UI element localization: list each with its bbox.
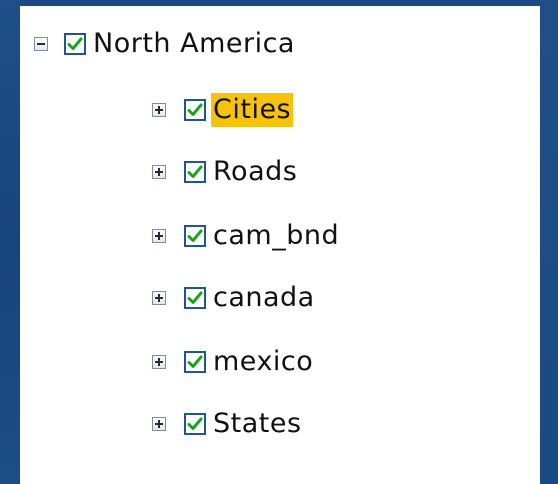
expand-toggle-icon[interactable] — [152, 355, 166, 369]
window-left-edge — [0, 0, 20, 484]
tree-node-label: canada — [213, 282, 315, 313]
tree-node-label: mexico — [213, 346, 314, 377]
layer-checkbox-cities[interactable] — [184, 99, 206, 121]
checkmark-icon — [67, 37, 83, 50]
layer-checkbox-north-america[interactable] — [64, 33, 86, 55]
layer-tree-panel: North America Cities Roads cam_bnd canad… — [20, 6, 540, 484]
checkmark-icon — [187, 165, 203, 178]
checkmark-icon — [187, 103, 203, 116]
tree-node-states[interactable]: States — [152, 404, 304, 444]
expand-toggle-icon[interactable] — [152, 229, 166, 243]
checkmark-icon — [187, 291, 203, 304]
checkmark-icon — [187, 229, 203, 242]
tree-node-cam-bnd[interactable]: cam_bnd — [152, 216, 341, 256]
tree-node-mexico[interactable]: mexico — [152, 342, 315, 382]
tree-node-roads[interactable]: Roads — [152, 152, 299, 192]
expand-toggle-icon[interactable] — [152, 291, 166, 305]
collapse-toggle-icon[interactable] — [34, 37, 48, 51]
tree-node-label: cam_bnd — [213, 220, 340, 251]
tree-node-cities[interactable]: Cities — [152, 90, 294, 130]
tree-node-label: Roads — [213, 156, 298, 187]
tree-node-label: North America — [93, 28, 295, 59]
layer-checkbox-mexico[interactable] — [184, 351, 206, 373]
tree-node-label: States — [213, 408, 302, 439]
tree-node-canada[interactable]: canada — [152, 278, 317, 318]
layer-checkbox-states[interactable] — [184, 413, 206, 435]
layer-checkbox-roads[interactable] — [184, 161, 206, 183]
expand-toggle-icon[interactable] — [152, 103, 166, 117]
checkmark-icon — [187, 355, 203, 368]
tree-node-north-america[interactable]: North America — [34, 24, 297, 64]
expand-toggle-icon[interactable] — [152, 417, 166, 431]
window-right-edge — [540, 0, 558, 484]
tree-node-label: Cities — [211, 93, 294, 127]
checkmark-icon — [187, 417, 203, 430]
layer-checkbox-cam-bnd[interactable] — [184, 225, 206, 247]
expand-toggle-icon[interactable] — [152, 165, 166, 179]
layer-checkbox-canada[interactable] — [184, 287, 206, 309]
